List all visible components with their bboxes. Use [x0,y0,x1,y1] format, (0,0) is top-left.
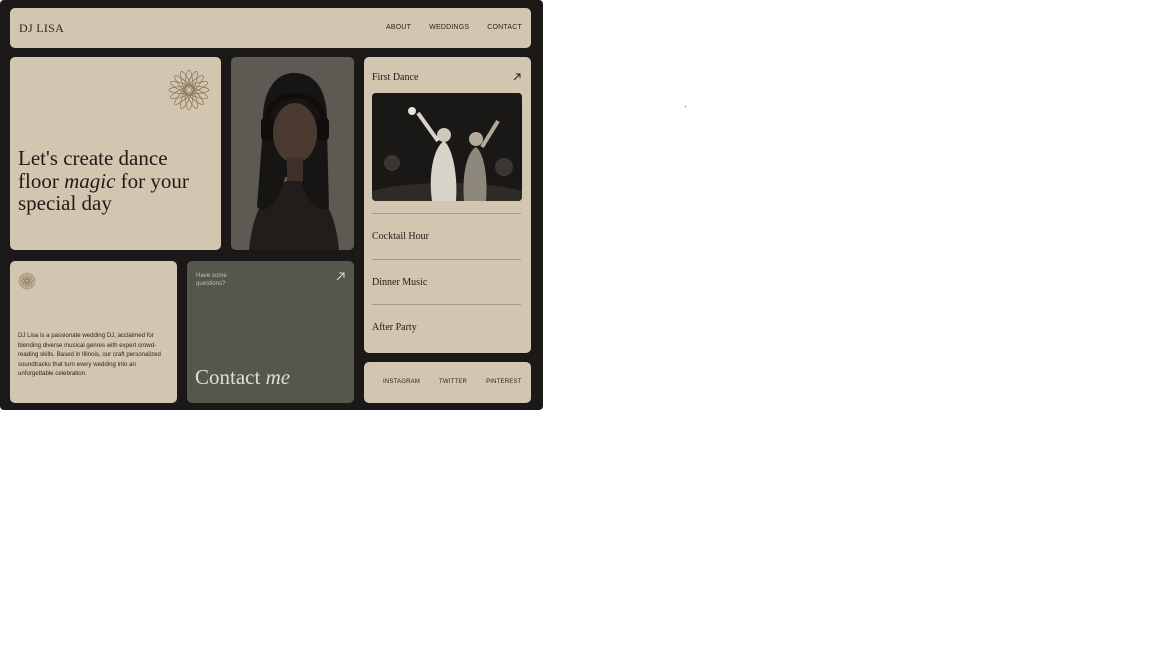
social-twitter[interactable]: TWITTER [439,379,467,385]
page-frame: DJ LISA ABOUT WEDDINGS CONTACT Let's cre… [0,0,543,410]
portrait-illustration [231,57,354,250]
social-pinterest[interactable]: PINTEREST [486,379,521,385]
main-nav: ABOUT WEDDINGS CONTACT [386,24,522,31]
hero-line-2-prefix: floor [18,168,65,193]
nav-weddings[interactable]: WEDDINGS [429,24,469,31]
contact-title-text: Contact [195,365,266,389]
arrow-up-right-icon[interactable] [335,271,346,282]
contact-title[interactable]: Contact me [195,365,290,390]
event-cocktail-hour[interactable]: Cocktail Hour [372,231,429,242]
divider [372,213,521,214]
social-instagram[interactable]: INSTAGRAM [383,379,420,385]
contact-title-emphasis: me [265,365,291,389]
hero-card: Let's create dance floor magic for your … [10,57,221,250]
about-text: DJ Lisa is a passionate wedding DJ, accl… [18,332,161,378]
social-links: INSTAGRAM TWITTER PINTEREST [383,379,522,385]
event-dinner-music[interactable]: Dinner Music [372,277,427,288]
dj-portrait [231,57,354,250]
dancing-couple-illustration [372,93,522,201]
hero-line-1: Let's create dance [18,146,168,170]
first-dance-photo [372,93,522,201]
logo[interactable]: DJ LISA [19,21,64,36]
mandala-flower-icon [168,69,210,111]
nav-about[interactable]: ABOUT [386,24,411,31]
about-card: DJ Lisa is a passionate wedding DJ, accl… [10,261,177,403]
flower-badge-icon [18,272,36,290]
event-featured-title[interactable]: First Dance [372,72,418,83]
divider [372,259,521,260]
event-after-party[interactable]: After Party [372,322,417,333]
contact-card[interactable]: Have some questions? Contact me [187,261,354,403]
contact-question: Have some questions? [196,272,227,287]
socials-card: INSTAGRAM TWITTER PINTEREST [364,362,531,403]
hero-emphasis: magic [64,168,116,193]
hero-line-2-suffix: for your [115,168,189,193]
events-card: First Dance Cocktail Hour Dinner Music A… [364,57,531,353]
hero-line-3: special day [18,191,112,215]
stray-pixel [685,106,686,107]
nav-contact[interactable]: CONTACT [487,24,522,31]
hero-title: Let's create dance floor magic for your … [18,147,218,215]
arrow-up-right-icon[interactable] [513,73,521,81]
divider [372,304,521,305]
site-header: DJ LISA ABOUT WEDDINGS CONTACT [10,8,531,48]
